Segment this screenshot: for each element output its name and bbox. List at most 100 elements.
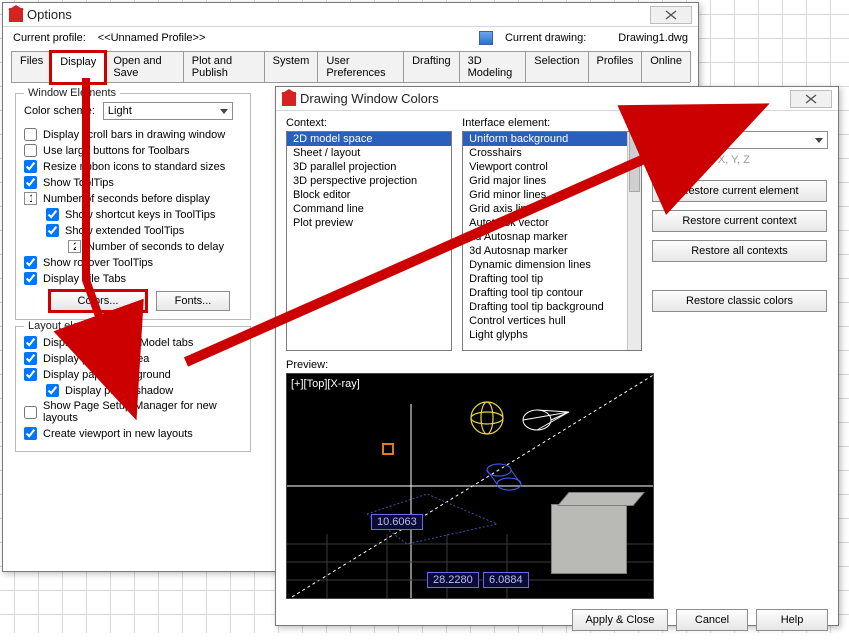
tab-profiles[interactable]: Profiles bbox=[588, 51, 643, 82]
tab-online[interactable]: Online bbox=[641, 51, 691, 82]
option-label: Number of seconds to delay bbox=[87, 241, 224, 253]
option-checkbox[interactable] bbox=[24, 336, 37, 349]
list-item[interactable]: Dynamic dimension lines bbox=[463, 258, 641, 272]
close-icon[interactable] bbox=[650, 6, 692, 24]
list-item[interactable]: 3D perspective projection bbox=[287, 174, 451, 188]
tint-xyz-checkbox bbox=[662, 153, 675, 166]
options-tabs: FilesDisplayOpen and SavePlot and Publis… bbox=[11, 51, 690, 83]
close-icon[interactable] bbox=[790, 90, 832, 108]
drawing-window-colors-dialog: Drawing Window Colors Context: 2D model … bbox=[275, 86, 839, 626]
fonts-button[interactable]: Fonts... bbox=[156, 291, 230, 311]
colors-button[interactable]: Colors... bbox=[50, 291, 146, 311]
context-label: Context: bbox=[286, 117, 452, 129]
autocad-logo-icon bbox=[9, 8, 23, 22]
option-label: Display Layout and Model tabs bbox=[43, 337, 193, 349]
option-checkbox[interactable] bbox=[24, 160, 37, 173]
preview-section: Preview: [+][Top][X-ray] bbox=[286, 359, 828, 599]
list-item[interactable]: Grid axis lines bbox=[463, 202, 641, 216]
color-scheme-label: Color scheme: bbox=[24, 105, 95, 117]
list-item[interactable]: 3D parallel projection bbox=[287, 160, 451, 174]
list-item[interactable]: Light glyphs bbox=[463, 328, 641, 342]
options-titlebar[interactable]: Options bbox=[3, 3, 698, 27]
option-label: Display printable area bbox=[43, 353, 149, 365]
list-item[interactable]: Crosshairs bbox=[463, 146, 641, 160]
option-label: Display File Tabs bbox=[43, 273, 126, 285]
tab-system[interactable]: System bbox=[264, 51, 319, 82]
dwc-footer: Apply & Close Cancel Help bbox=[276, 599, 838, 641]
tab-files[interactable]: Files bbox=[11, 51, 52, 82]
list-item[interactable]: Control vertices hull bbox=[463, 314, 641, 328]
tab-3d-modeling[interactable]: 3D Modeling bbox=[459, 51, 527, 82]
color-dropdown[interactable]: Black bbox=[652, 131, 828, 149]
tab-user-preferences[interactable]: User Preferences bbox=[317, 51, 404, 82]
option-checkbox[interactable] bbox=[24, 272, 37, 285]
preview-label: Preview: bbox=[286, 359, 828, 371]
tab-display[interactable]: Display bbox=[51, 52, 105, 83]
display-tab-panel: Window Elements Color scheme: Light Disp… bbox=[3, 83, 263, 464]
option-checkbox[interactable] bbox=[24, 352, 37, 365]
window-elements-legend: Window Elements bbox=[24, 87, 120, 99]
option-label: Display paper background bbox=[43, 369, 171, 381]
option-checkbox[interactable] bbox=[46, 224, 59, 237]
tint-xyz-label: Tint for X, Y, Z bbox=[681, 154, 750, 166]
tab-drafting[interactable]: Drafting bbox=[403, 51, 460, 82]
option-label: Use large buttons for Toolbars bbox=[43, 145, 190, 157]
dwc-title: Drawing Window Colors bbox=[300, 91, 439, 106]
list-item[interactable]: Sheet / layout bbox=[287, 146, 451, 160]
list-item[interactable]: Grid major lines bbox=[463, 174, 641, 188]
list-item[interactable]: Uniform background bbox=[463, 132, 641, 146]
tab-selection[interactable]: Selection bbox=[525, 51, 588, 82]
option-label: Create viewport in new layouts bbox=[43, 428, 193, 440]
option-label: Show ToolTips bbox=[43, 177, 114, 189]
option-checkbox[interactable] bbox=[46, 208, 59, 221]
list-item[interactable]: Drafting tool tip contour bbox=[463, 286, 641, 300]
restore-current-context-button[interactable]: Restore current context bbox=[652, 210, 827, 232]
interface-element-listbox[interactable]: Uniform backgroundCrosshairsViewport con… bbox=[462, 131, 642, 351]
help-button[interactable]: Help bbox=[756, 609, 828, 631]
chevron-down-icon bbox=[815, 138, 823, 143]
option-checkbox[interactable] bbox=[24, 406, 37, 419]
current-profile-label: Current profile: bbox=[13, 32, 86, 44]
window-elements-group: Window Elements Color scheme: Light Disp… bbox=[15, 93, 251, 320]
list-item[interactable]: Command line bbox=[287, 202, 451, 216]
number-input[interactable] bbox=[24, 192, 37, 205]
option-checkbox[interactable] bbox=[24, 368, 37, 381]
option-checkbox[interactable] bbox=[24, 427, 37, 440]
cancel-button[interactable]: Cancel bbox=[676, 609, 748, 631]
apply-close-button[interactable]: Apply & Close bbox=[572, 609, 668, 631]
list-item[interactable]: Block editor bbox=[287, 188, 451, 202]
list-item[interactable]: 3d Autosnap marker bbox=[463, 244, 641, 258]
list-item[interactable]: 2d Autosnap marker bbox=[463, 230, 641, 244]
restore-current-element-button[interactable]: Restore current element bbox=[652, 180, 827, 202]
list-item[interactable]: Drafting tool tip background bbox=[463, 300, 641, 314]
dwc-titlebar[interactable]: Drawing Window Colors bbox=[276, 87, 838, 111]
list-item[interactable]: 2D model space bbox=[287, 132, 451, 146]
tab-open-and-save[interactable]: Open and Save bbox=[104, 51, 183, 82]
list-item[interactable]: Autotrack vector bbox=[463, 216, 641, 230]
list-item[interactable]: Grid minor lines bbox=[463, 188, 641, 202]
option-checkbox[interactable] bbox=[24, 176, 37, 189]
profile-bar: Current profile: <<Unnamed Profile>> Cur… bbox=[13, 31, 688, 45]
color-value: Black bbox=[673, 136, 700, 148]
option-checkbox[interactable] bbox=[24, 256, 37, 269]
options-title: Options bbox=[27, 7, 72, 22]
number-input[interactable] bbox=[68, 240, 81, 253]
layout-elements-group: Layout elements Display Layout and Model… bbox=[15, 326, 251, 452]
restore-all-contexts-button[interactable]: Restore all contexts bbox=[652, 240, 827, 262]
current-drawing-label: Current drawing: bbox=[505, 32, 586, 44]
list-item[interactable]: Drafting tool tip bbox=[463, 272, 641, 286]
color-label: Color: bbox=[652, 117, 828, 129]
layout-elements-legend: Layout elements bbox=[24, 320, 113, 332]
context-listbox[interactable]: 2D model spaceSheet / layout3D parallel … bbox=[286, 131, 452, 351]
color-scheme-value: Light bbox=[108, 105, 132, 117]
tab-plot-and-publish[interactable]: Plot and Publish bbox=[183, 51, 265, 82]
list-item[interactable]: Viewport control bbox=[463, 160, 641, 174]
scrollbar[interactable] bbox=[627, 132, 641, 350]
list-item[interactable]: Plot preview bbox=[287, 216, 451, 230]
option-checkbox[interactable] bbox=[24, 144, 37, 157]
restore-classic-colors-button[interactable]: Restore classic colors bbox=[652, 290, 827, 312]
color-scheme-dropdown[interactable]: Light bbox=[103, 102, 233, 120]
interface-element-label: Interface element: bbox=[462, 117, 642, 129]
option-checkbox[interactable] bbox=[46, 384, 59, 397]
option-checkbox[interactable] bbox=[24, 128, 37, 141]
